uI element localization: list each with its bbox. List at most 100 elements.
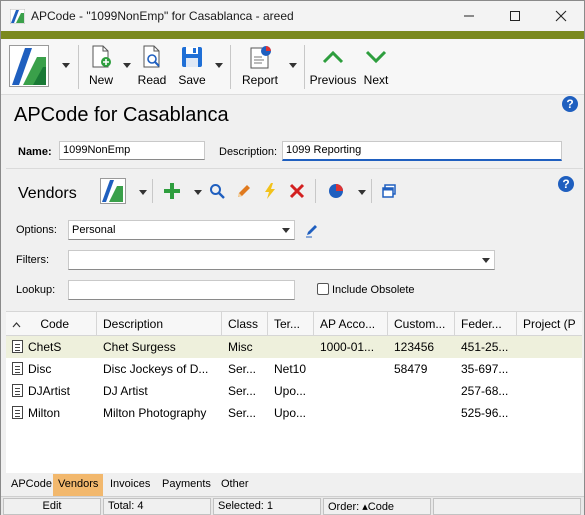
maximize-button[interactable] <box>492 1 538 31</box>
vendors-logo-dropdown-icon[interactable] <box>138 187 148 197</box>
search-icon[interactable] <box>207 181 227 201</box>
table-row[interactable]: DJArtist DJ Artist Ser... Upo... 257-68.… <box>6 380 582 402</box>
popout-window-icon[interactable] <box>379 181 399 201</box>
tab-vendors[interactable]: Vendors <box>53 474 104 496</box>
column-header-code[interactable]: Code <box>6 312 97 336</box>
status-bar: Edit Total: 4 Selected: 1 Order: ▴Code <box>1 496 584 515</box>
filters-label: Filters: <box>16 254 49 266</box>
filters-select[interactable] <box>68 250 495 270</box>
column-header-class[interactable]: Class <box>222 312 268 336</box>
title-bar[interactable]: APCode - "1099NonEmp" for Casablanca - a… <box>1 1 584 31</box>
save-dropdown-icon[interactable] <box>214 60 224 70</box>
vendors-help-icon[interactable]: ? <box>558 176 574 192</box>
add-dropdown-icon[interactable] <box>193 187 203 197</box>
cell-class: Misc <box>228 340 253 354</box>
table-row[interactable]: ChetS Chet Surgess Misc 1000-01... 12345… <box>6 336 582 358</box>
tab-invoices[interactable]: Invoices <box>105 474 155 496</box>
edit-pencil-icon[interactable] <box>234 181 254 201</box>
delete-icon[interactable] <box>287 181 307 201</box>
read-button[interactable]: Read <box>137 45 167 89</box>
app-window: APCode - "1099NonEmp" for Casablanca - a… <box>0 0 585 515</box>
cell-ap-account <box>314 402 388 424</box>
cell-ap-account <box>314 380 388 402</box>
report-button[interactable]: Report <box>242 45 278 89</box>
description-label: Description: <box>219 146 278 158</box>
cell-project <box>517 358 582 380</box>
report-dropdown-icon[interactable] <box>288 60 298 70</box>
new-document-icon <box>88 45 114 69</box>
help-icon[interactable]: ? <box>562 96 578 112</box>
status-total: Total: 4 <box>103 498 211 515</box>
description-field[interactable]: 1099 Reporting <box>282 141 562 161</box>
options-value: Personal <box>72 224 116 236</box>
report-label: Report <box>241 73 279 87</box>
column-header-terms[interactable]: Ter... <box>268 312 314 336</box>
vendors-logo-icon[interactable] <box>100 178 126 204</box>
cell-class: Ser... <box>228 406 257 420</box>
panel-separator <box>315 179 316 203</box>
save-button[interactable]: Save <box>177 45 207 89</box>
lookup-input[interactable] <box>68 280 295 300</box>
read-label: Read <box>137 73 167 87</box>
minimize-button[interactable] <box>446 1 492 31</box>
cell-code: Disc <box>28 362 52 376</box>
lookup-label: Lookup: <box>16 284 56 296</box>
cell-description: DJ Artist <box>103 384 148 398</box>
cell-federal: 35-697... <box>461 362 509 376</box>
minimize-icon <box>464 15 474 17</box>
previous-label: Previous <box>309 73 357 87</box>
previous-button[interactable]: Previous <box>309 45 357 89</box>
pie-chart-icon[interactable] <box>326 181 346 201</box>
name-field[interactable]: 1099NonEmp <box>59 141 205 160</box>
grid-header: Code Description Class Ter... AP Acco...… <box>6 312 582 336</box>
options-select[interactable]: Personal <box>68 220 295 240</box>
lightning-icon[interactable] <box>260 181 280 201</box>
table-row[interactable]: Milton Milton Photography Ser... Upo... … <box>6 402 582 424</box>
cell-class: Ser... <box>228 362 257 376</box>
cell-customer <box>388 402 455 424</box>
cell-project <box>517 402 582 424</box>
column-header-description[interactable]: Description <box>97 312 222 336</box>
add-icon[interactable] <box>162 181 182 201</box>
new-dropdown-icon[interactable] <box>122 60 132 70</box>
column-header-project[interactable]: Project (P <box>517 312 582 336</box>
column-header-ap-account[interactable]: AP Acco... <box>314 312 388 336</box>
cell-terms: Upo... <box>274 406 307 420</box>
chart-dropdown-icon[interactable] <box>357 187 367 197</box>
tab-apcode[interactable]: APCode <box>6 474 57 496</box>
tab-other[interactable]: Other <box>216 474 254 496</box>
save-label: Save <box>178 73 206 87</box>
cell-project <box>517 336 582 358</box>
edit-options-icon[interactable] <box>302 220 322 240</box>
app-logo-icon <box>10 9 25 24</box>
app-menu-dropdown-icon[interactable] <box>61 60 71 70</box>
status-selected: Selected: 1 <box>213 498 321 515</box>
table-row[interactable]: Disc Disc Jockeys of D... Ser... Net10 5… <box>6 358 582 380</box>
accent-strip <box>1 31 584 39</box>
cell-federal: 257-68... <box>461 384 509 398</box>
cell-customer: 123456 <box>394 340 435 354</box>
app-menu-logo-icon[interactable] <box>9 45 49 87</box>
toolbar-separator <box>78 45 79 89</box>
name-label: Name: <box>18 146 52 158</box>
new-button[interactable]: New <box>87 45 115 89</box>
save-floppy-icon <box>179 45 205 69</box>
include-obsolete-label: Include Obsolete <box>332 284 415 296</box>
include-obsolete-checkbox[interactable] <box>317 283 329 295</box>
toolbar-separator <box>230 45 231 89</box>
chevron-down-icon <box>282 228 290 233</box>
close-button[interactable] <box>538 1 584 31</box>
tab-payments[interactable]: Payments <box>157 474 216 496</box>
chevron-down-icon <box>482 258 490 263</box>
cell-code: Milton <box>28 406 61 420</box>
column-header-federal[interactable]: Feder... <box>455 312 517 336</box>
new-label: New <box>88 73 113 87</box>
toolbar-separator <box>304 45 305 89</box>
next-button[interactable]: Next <box>362 45 390 89</box>
column-header-customer[interactable]: Custom... <box>388 312 455 336</box>
status-extra <box>433 498 581 515</box>
cell-federal: 451-25... <box>461 340 509 354</box>
cell-ap-account <box>314 358 388 380</box>
options-label: Options: <box>16 224 57 236</box>
status-order: Order: ▴Code <box>323 498 431 515</box>
